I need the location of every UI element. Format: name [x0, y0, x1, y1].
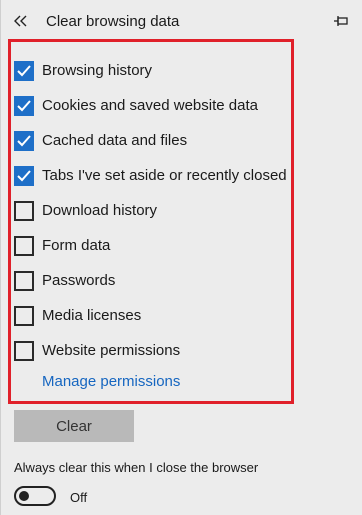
checkbox-unchecked[interactable] [14, 306, 34, 326]
double-chevron-left-icon [14, 15, 27, 27]
pin-icon [334, 16, 348, 26]
checkbox-unchecked[interactable] [14, 236, 34, 256]
option-row[interactable]: Passwords [14, 266, 304, 301]
option-label: Browsing history [42, 62, 153, 79]
toggle-knob [19, 491, 29, 501]
panel-header: Clear browsing data [0, 0, 362, 40]
option-label: Media licenses [42, 307, 142, 324]
back-button[interactable] [12, 12, 30, 30]
option-row[interactable]: Tabs I've set aside or recently closed [14, 161, 304, 196]
option-row[interactable]: Media licenses [14, 301, 304, 336]
panel-left-border [0, 0, 1, 515]
option-row[interactable]: Form data [14, 231, 304, 266]
checkbox-checked[interactable] [14, 61, 34, 81]
option-row[interactable]: Cached data and files [14, 126, 304, 161]
option-label: Tabs I've set aside or recently closed [42, 167, 287, 184]
checkmark-icon [17, 65, 31, 77]
checkbox-checked[interactable] [14, 131, 34, 151]
pin-button[interactable] [332, 13, 350, 29]
option-label: Cached data and files [42, 132, 188, 149]
option-label: Download history [42, 202, 158, 219]
checkbox-unchecked[interactable] [14, 271, 34, 291]
option-label: Passwords [42, 272, 116, 289]
page-title: Clear browsing data [46, 13, 180, 30]
checkbox-checked[interactable] [14, 166, 34, 186]
clear-button[interactable]: Clear [14, 410, 134, 442]
checkbox-checked[interactable] [14, 96, 34, 116]
always-clear-label: Always clear this when I close the brows… [14, 460, 259, 475]
option-label: Cookies and saved website data [42, 97, 258, 114]
always-clear-toggle[interactable] [14, 486, 56, 506]
option-label: Website permissions [42, 342, 181, 359]
checkbox-unchecked[interactable] [14, 201, 34, 221]
checkmark-icon [17, 100, 31, 112]
option-row[interactable]: Website permissions [14, 336, 304, 371]
checkbox-unchecked[interactable] [14, 341, 34, 361]
option-row[interactable]: Cookies and saved website data [14, 91, 304, 126]
clear-options-list: Browsing history Cookies and saved websit… [14, 56, 304, 371]
option-row[interactable]: Browsing history [14, 56, 304, 91]
checkmark-icon [17, 170, 31, 182]
option-label: Form data [42, 237, 111, 254]
checkmark-icon [17, 135, 31, 147]
option-row[interactable]: Download history [14, 196, 304, 231]
manage-permissions-link[interactable]: Manage permissions [42, 373, 180, 390]
toggle-state-label: Off [70, 490, 88, 505]
